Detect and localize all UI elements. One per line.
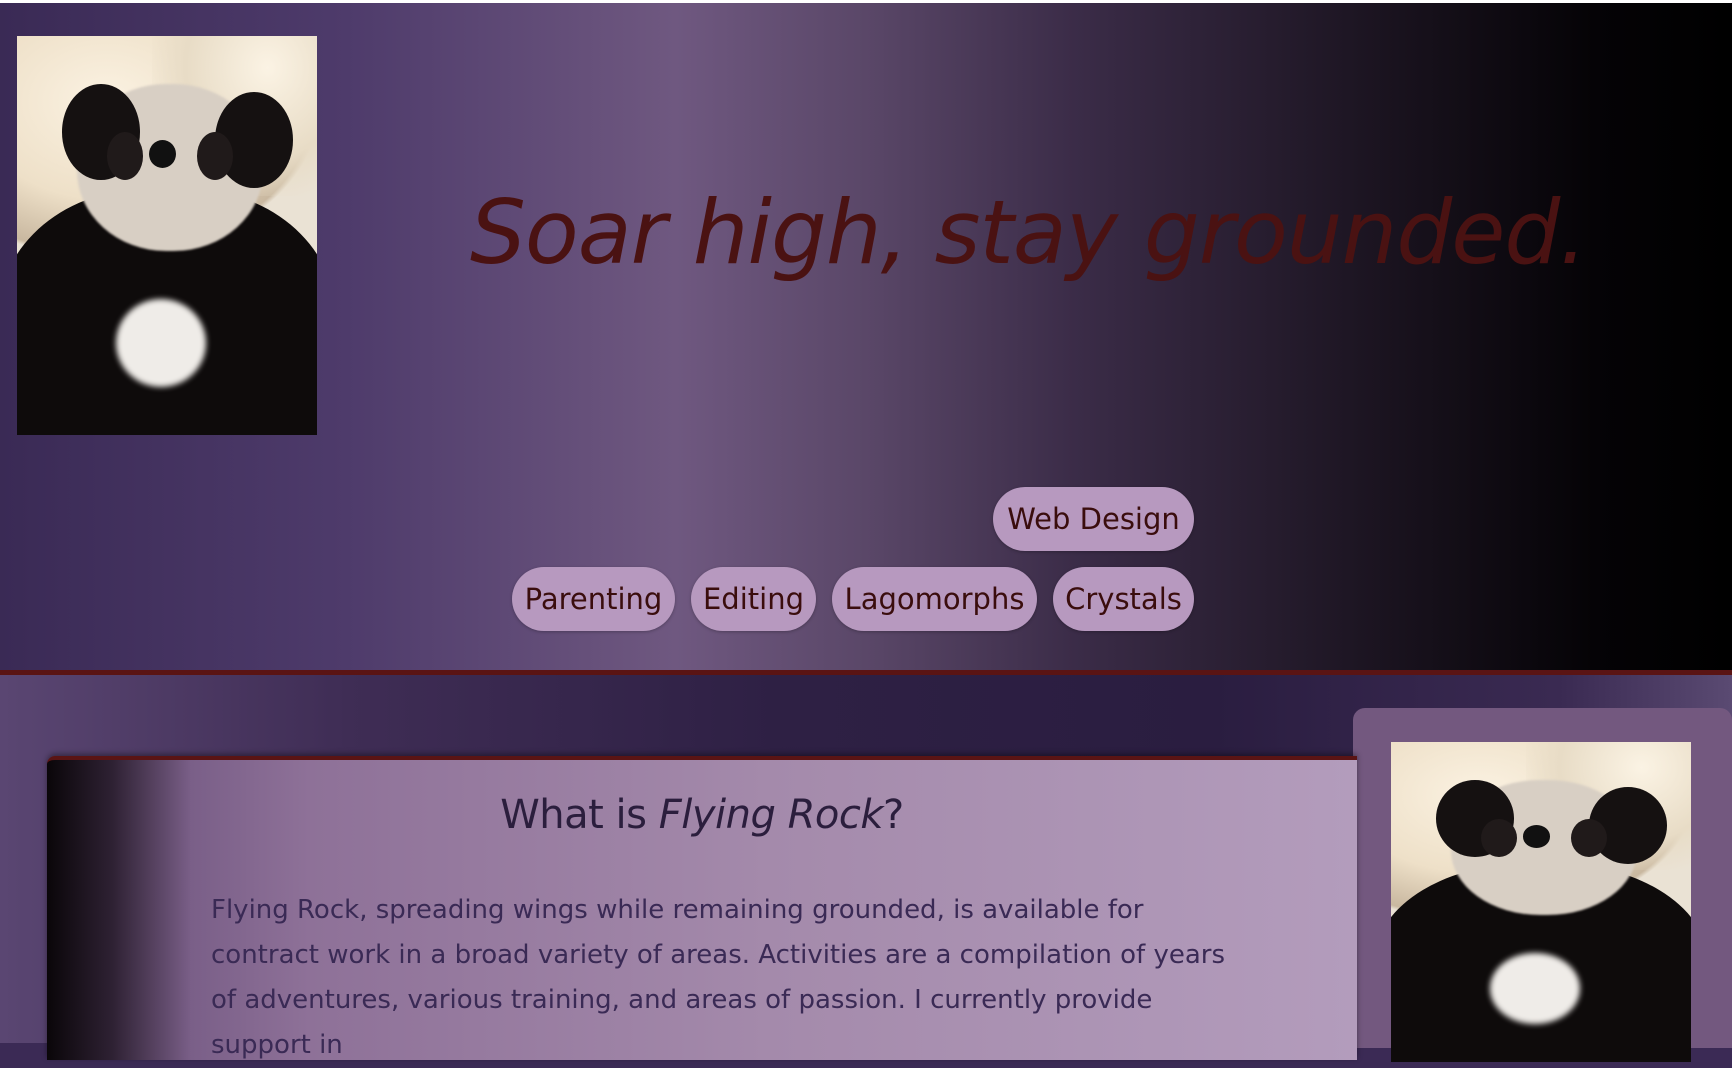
nav-item-lagomorphs[interactable]: Lagomorphs [832, 567, 1037, 631]
nav-item-parenting[interactable]: Parenting [512, 567, 675, 631]
nav-item-web-design[interactable]: Web Design [993, 487, 1194, 551]
site-header: Soar high, stay grounded. Web Design Par… [0, 3, 1732, 675]
sidebar-photo [1391, 742, 1691, 1062]
heading-suffix: ? [883, 792, 904, 838]
intro-paragraph: Flying Rock, spreading wings while remai… [211, 895, 1226, 1060]
heading-brand: Flying Rock [658, 792, 884, 838]
nav-item-crystals[interactable]: Crystals [1053, 567, 1194, 631]
header-photo [17, 36, 317, 435]
nav-item-editing[interactable]: Editing [691, 567, 816, 631]
main-card: What is Flying Rock? Flying Rock, spread… [47, 756, 1357, 1060]
site-tagline: Soar high, stay grounded. [470, 181, 1587, 284]
heading-prefix: What is [500, 792, 659, 838]
section-heading: What is Flying Rock? [47, 792, 1357, 838]
